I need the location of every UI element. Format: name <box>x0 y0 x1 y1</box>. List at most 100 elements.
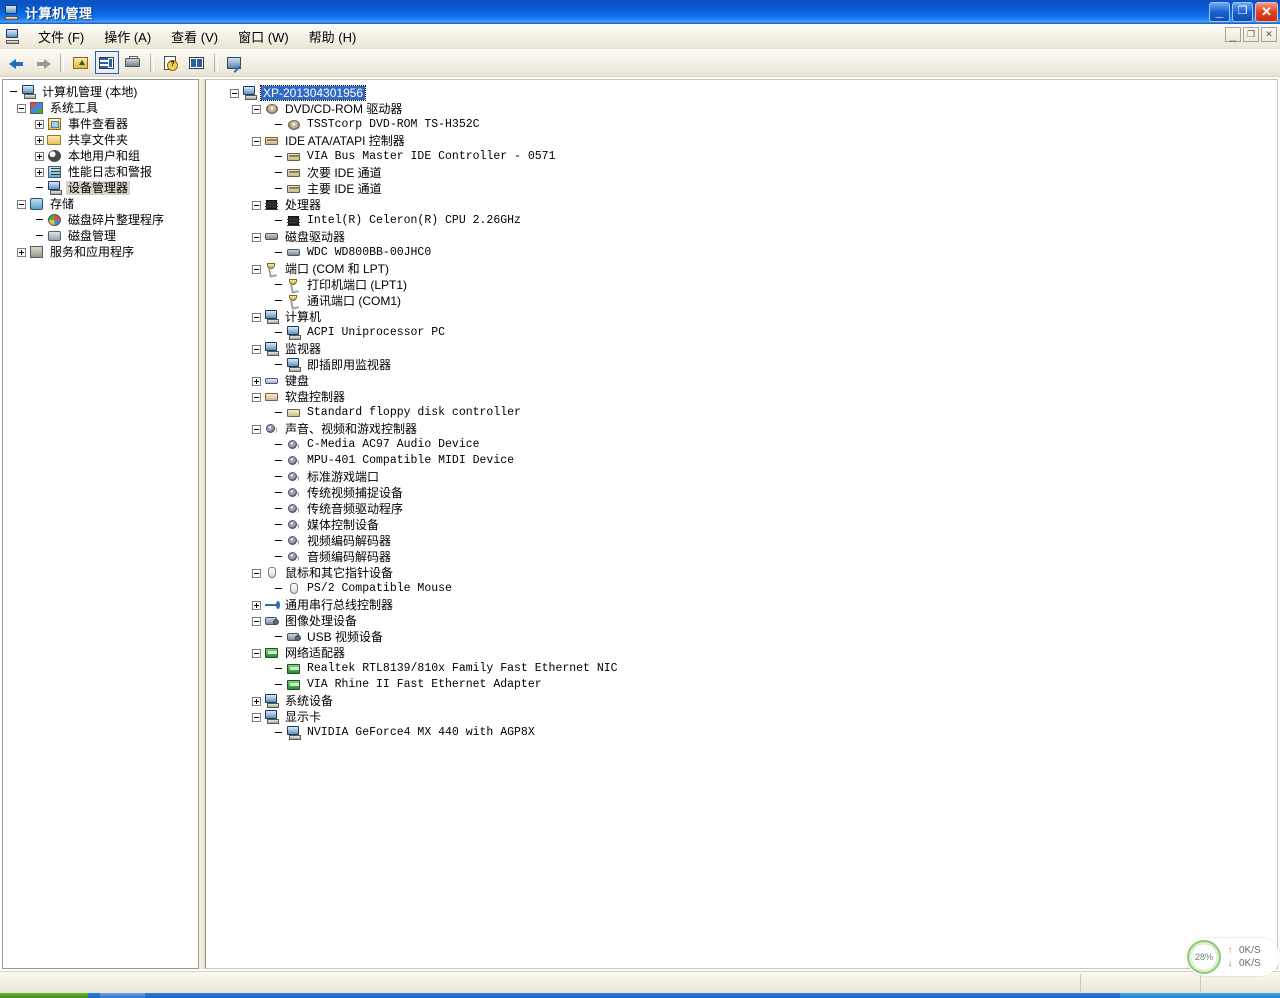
quick-launch[interactable] <box>100 993 145 998</box>
tree-item-device-manager[interactable]: 设备管理器 <box>7 180 198 196</box>
child-restore-button[interactable]: ❐ <box>1243 27 1259 42</box>
network-speed-widget[interactable]: 28% ↑ ↓ 0K/S 0K/S <box>1186 938 1280 976</box>
device-category-floppy-controllers[interactable]: 软盘控制器 <box>214 389 1277 405</box>
collapse-expander-icon[interactable] <box>252 344 261 354</box>
system-tray[interactable] <box>1120 993 1280 998</box>
tree-item-services-and-applications[interactable]: 服务和应用程序 <box>7 244 198 260</box>
device-category-imaging-devices[interactable]: 图像处理设备 <box>214 613 1277 629</box>
device-category-usb-controllers[interactable]: 通用串行总线控制器 <box>214 597 1277 613</box>
tree-item-system-tools[interactable]: 系统工具 <box>7 100 198 116</box>
device-category-mice-and-pointing-devices[interactable]: 鼠标和其它指针设备 <box>214 565 1277 581</box>
expand-expander-icon[interactable] <box>17 247 26 257</box>
tree-item-storage[interactable]: 存储 <box>7 196 198 212</box>
collapse-expander-icon[interactable] <box>17 199 26 209</box>
expand-expander-icon[interactable] <box>35 151 44 161</box>
device-item[interactable]: 通讯端口 (COM1) <box>214 293 1277 310</box>
collapse-expander-icon[interactable] <box>252 616 261 626</box>
device-category-monitors[interactable]: 监视器 <box>214 341 1277 357</box>
device-category-disk-drives[interactable]: 磁盘驱动器 <box>214 229 1277 245</box>
collapse-expander-icon[interactable] <box>252 568 261 578</box>
collapse-expander-icon[interactable] <box>230 88 239 98</box>
expand-expander-icon[interactable] <box>252 600 261 610</box>
device-category-ide-ata-atapi[interactable]: IDE ATA/ATAPI 控制器 <box>214 133 1277 149</box>
device-item[interactable]: 打印机端口 (LPT1) <box>214 277 1277 294</box>
device-item[interactable]: VIA Bus Master IDE Controller - 0571 <box>214 149 1277 165</box>
device-category-display-adapters[interactable]: 显示卡 <box>214 709 1277 725</box>
tree-item-shared-folders[interactable]: 共享文件夹 <box>7 132 198 148</box>
device-item[interactable]: TSSTcorp DVD-ROM TS-H352C <box>214 117 1277 133</box>
device-item[interactable]: ACPI Uniprocessor PC <box>214 325 1277 341</box>
collapse-expander-icon[interactable] <box>252 136 261 146</box>
collapse-expander-icon[interactable] <box>252 312 261 322</box>
collapse-expander-icon[interactable] <box>252 200 261 210</box>
device-item[interactable]: Standard floppy disk controller <box>214 405 1277 421</box>
device-category-system-devices[interactable]: 系统设备 <box>214 693 1277 709</box>
device-item[interactable]: 音频编码解码器 <box>214 549 1277 565</box>
collapse-expander-icon[interactable] <box>17 103 26 113</box>
properties-button[interactable] <box>159 51 183 74</box>
device-category-processors[interactable]: 处理器 <box>214 197 1277 213</box>
device-item[interactable]: NVIDIA GeForce4 MX 440 with AGP8X <box>214 725 1277 741</box>
device-item[interactable]: Realtek RTL8139/810x Family Fast Etherne… <box>214 661 1277 677</box>
expand-expander-icon[interactable] <box>35 135 44 145</box>
device-category-sound-video-game-controllers[interactable]: 声音、视频和游戏控制器 <box>214 421 1277 437</box>
back-button[interactable] <box>5 51 29 74</box>
device-item[interactable]: PS/2 Compatible Mouse <box>214 581 1277 597</box>
device-item[interactable]: C-Media AC97 Audio Device <box>214 437 1277 453</box>
menu-help[interactable]: 帮助 (H) <box>299 25 367 48</box>
menu-window[interactable]: 窗口 (W) <box>228 25 299 48</box>
up-one-level-button[interactable] <box>69 51 93 74</box>
device-item[interactable]: 传统音频驱动程序 <box>214 501 1277 517</box>
scan-hardware-changes-button[interactable] <box>223 51 247 74</box>
device-item[interactable]: 主要 IDE 通道 <box>214 181 1277 197</box>
device-category-ports[interactable]: 端口 (COM 和 LPT) <box>214 261 1277 278</box>
child-minimize-button[interactable]: _ <box>1225 27 1241 42</box>
collapse-expander-icon[interactable] <box>252 648 261 658</box>
menu-action[interactable]: 操作 (A) <box>94 25 161 48</box>
device-item[interactable]: 即插即用监视器 <box>214 357 1277 373</box>
expand-expander-icon[interactable] <box>252 376 261 386</box>
show-hide-tree-button[interactable] <box>95 51 119 74</box>
device-category-keyboards[interactable]: 键盘 <box>214 373 1277 389</box>
tree-item-local-users-and-groups[interactable]: 本地用户和组 <box>7 148 198 164</box>
forward-button[interactable] <box>31 51 55 74</box>
expand-expander-icon[interactable] <box>35 119 44 129</box>
expand-expander-icon[interactable] <box>35 167 44 177</box>
console-tree-pane[interactable]: 计算机管理 (本地) 系统工具 事件查看器 共享文件夹 本地用户和组 性能日志和警报 设备管… <box>2 79 199 969</box>
tree-item-event-viewer[interactable]: 事件查看器 <box>7 116 198 132</box>
menu-file[interactable]: 文件 (F) <box>28 25 94 48</box>
device-item[interactable]: WDC WD800BB-00JHC0 <box>214 245 1277 261</box>
expand-expander-icon[interactable] <box>252 696 261 706</box>
device-tree-root[interactable]: XP-201304301956 <box>214 85 1277 101</box>
device-item[interactable]: MPU-401 Compatible MIDI Device <box>214 453 1277 469</box>
child-close-button[interactable]: ✕ <box>1261 27 1277 42</box>
device-item[interactable]: 标准游戏端口 <box>214 469 1277 485</box>
minimize-button[interactable]: _ <box>1209 2 1230 22</box>
maximize-button[interactable]: ❐ <box>1232 2 1253 22</box>
start-button[interactable] <box>0 993 88 998</box>
collapse-expander-icon[interactable] <box>252 232 261 242</box>
device-category-network-adapters[interactable]: 网络适配器 <box>214 645 1277 661</box>
collapse-expander-icon[interactable] <box>252 392 261 402</box>
two-pane-view-button[interactable] <box>185 51 209 74</box>
close-button[interactable]: ✕ <box>1255 2 1278 22</box>
device-manager-pane[interactable]: XP-201304301956 DVD/CD-ROM 驱动器 TSSTcorp DV… <box>205 79 1278 969</box>
tree-item-disk-defragmenter[interactable]: 磁盘碎片整理程序 <box>7 212 198 228</box>
device-item[interactable]: VIA Rhine II Fast Ethernet Adapter <box>214 677 1277 693</box>
device-category-dvd-cdrom[interactable]: DVD/CD-ROM 驱动器 <box>214 101 1277 117</box>
device-item[interactable]: Intel(R) Celeron(R) CPU 2.26GHz <box>214 213 1277 229</box>
collapse-expander-icon[interactable] <box>252 104 261 114</box>
tree-item-disk-management[interactable]: 磁盘管理 <box>7 228 198 244</box>
tree-item-computer-management[interactable]: 计算机管理 (本地) <box>7 84 198 100</box>
collapse-expander-icon[interactable] <box>252 424 261 434</box>
print-button[interactable] <box>121 51 145 74</box>
device-item[interactable]: USB 视频设备 <box>214 629 1277 645</box>
device-item[interactable]: 媒体控制设备 <box>214 517 1277 533</box>
device-item[interactable]: 视频编码解码器 <box>214 533 1277 549</box>
device-category-computer[interactable]: 计算机 <box>214 309 1277 325</box>
menu-view[interactable]: 查看 (V) <box>161 25 228 48</box>
collapse-expander-icon[interactable] <box>252 264 261 274</box>
device-item[interactable]: 次要 IDE 通道 <box>214 165 1277 181</box>
collapse-expander-icon[interactable] <box>252 712 261 722</box>
tree-item-performance-logs-and-alerts[interactable]: 性能日志和警报 <box>7 164 198 180</box>
